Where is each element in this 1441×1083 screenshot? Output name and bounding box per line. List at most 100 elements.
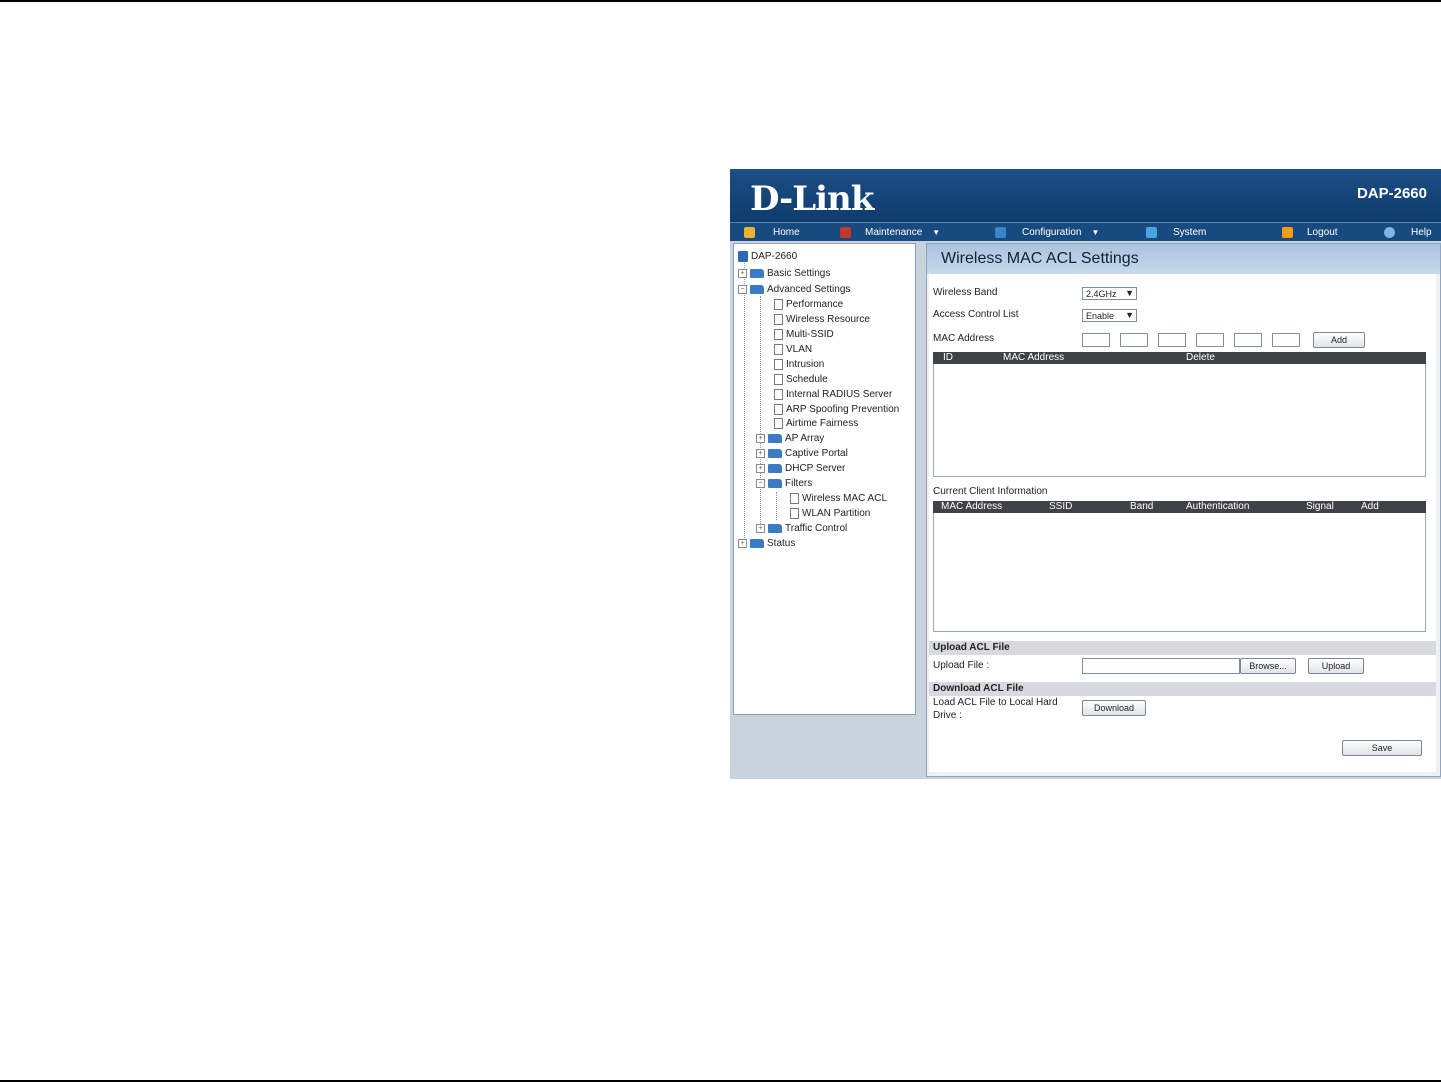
tree-wireless-mac-acl-label: Wireless MAC ACL	[802, 492, 888, 504]
nav-help[interactable]: Help	[1384, 225, 1432, 239]
mac-address-label: MAC Address	[933, 333, 995, 344]
download-section-header: Download ACL File	[929, 682, 1436, 696]
expand-icon[interactable]: +	[738, 268, 747, 278]
download-label-line2: Drive :	[933, 710, 962, 721]
tree-performance[interactable]: Performance	[774, 297, 843, 311]
tree-guide-line	[776, 492, 777, 520]
tree-root[interactable]: DAP-2660	[738, 249, 797, 263]
tree-advanced-settings[interactable]: − Advanced Settings	[738, 282, 850, 296]
tree-wireless-resource[interactable]: Wireless Resource	[774, 312, 870, 326]
dlink-logo: D-Link	[750, 179, 874, 219]
col-authentication: Authentication	[1186, 501, 1250, 512]
mac-octet-2-input[interactable]	[1120, 333, 1148, 347]
page-icon	[790, 492, 799, 504]
tree-arp-spoofing[interactable]: ARP Spoofing Prevention	[774, 402, 899, 416]
app-window: D-Link DAP-2660 Home Maintenance ▼ Confi…	[730, 169, 1441, 779]
download-button[interactable]: Download	[1082, 700, 1146, 716]
mac-octet-1-input[interactable]	[1082, 333, 1110, 347]
page-icon	[774, 328, 783, 340]
client-info-label: Current Client Information	[933, 486, 1048, 497]
nav-configuration[interactable]: Configuration ▼	[995, 225, 1099, 239]
tree-vlan-label: VLAN	[786, 343, 813, 355]
acl-select[interactable]: Enable ▼	[1082, 309, 1137, 322]
mac-octet-4-input[interactable]	[1196, 333, 1224, 347]
folder-open-icon	[750, 284, 764, 294]
nav-logout[interactable]: Logout	[1282, 225, 1338, 239]
nav-system-label: System	[1173, 226, 1207, 238]
mac-octet-5-input[interactable]	[1234, 333, 1262, 347]
expand-icon[interactable]: +	[756, 463, 765, 473]
chevron-down-icon: ▼	[1125, 310, 1134, 320]
upload-button[interactable]: Upload	[1308, 658, 1364, 674]
model-name: DAP-2660	[1356, 185, 1427, 202]
tree-status[interactable]: + Status	[738, 536, 795, 550]
tree-wlan-partition[interactable]: WLAN Partition	[790, 506, 870, 520]
download-label-line1: Load ACL File to Local Hard	[933, 697, 1058, 708]
tree-filters-label: Filters	[785, 477, 813, 489]
folder-icon	[768, 448, 782, 458]
tree-airtime-fairness[interactable]: Airtime Fairness	[774, 416, 858, 430]
save-button[interactable]: Save	[1342, 740, 1422, 756]
tree-schedule[interactable]: Schedule	[774, 372, 828, 386]
nav-configuration-label: Configuration	[1022, 226, 1082, 238]
page-title: Wireless MAC ACL Settings	[941, 250, 1139, 267]
expand-icon[interactable]: +	[756, 433, 765, 443]
home-icon	[744, 226, 755, 238]
folder-icon	[768, 463, 782, 473]
page-icon	[774, 313, 783, 325]
page-icon	[790, 507, 799, 519]
expand-icon[interactable]: +	[738, 538, 747, 548]
wireless-band-select[interactable]: 2.4GHz ▼	[1082, 287, 1137, 300]
client-table-header: MAC Address SSID Band Authentication Sig…	[933, 501, 1426, 513]
folder-icon	[768, 433, 782, 443]
tree-dhcp-server[interactable]: + DHCP Server	[756, 461, 845, 475]
nav-home-label: Home	[773, 226, 800, 238]
tree-performance-label: Performance	[786, 298, 844, 310]
tree-captive-portal[interactable]: + Captive Portal	[756, 446, 848, 460]
tree-internal-radius[interactable]: Internal RADIUS Server	[774, 387, 892, 401]
tools-icon	[840, 226, 851, 238]
mac-octet-6-input[interactable]	[1272, 333, 1300, 347]
tree-intrusion[interactable]: Intrusion	[774, 357, 824, 371]
config-icon	[995, 226, 1006, 238]
folder-icon	[768, 523, 782, 533]
tree-basic-settings-label: Basic Settings	[767, 267, 831, 279]
settings-tree: DAP-2660 + Basic Settings − Advanced Set…	[733, 243, 916, 715]
folder-open-icon	[768, 478, 782, 488]
panel-title-bar: Wireless MAC ACL Settings	[927, 244, 1440, 274]
tree-ap-array[interactable]: + AP Array	[756, 431, 824, 445]
tree-multi-ssid[interactable]: Multi-SSID	[774, 327, 834, 341]
tree-vlan[interactable]: VLAN	[774, 342, 812, 356]
tree-guide-line	[744, 258, 745, 544]
upload-section-title: Upload ACL File	[933, 642, 1010, 653]
tree-traffic-control[interactable]: + Traffic Control	[756, 521, 847, 535]
page-top-rule	[0, 0, 1441, 2]
add-mac-button[interactable]: Add	[1313, 332, 1365, 348]
browse-button[interactable]: Browse...	[1240, 658, 1296, 674]
tree-basic-settings[interactable]: + Basic Settings	[738, 266, 830, 280]
tree-status-label: Status	[767, 537, 796, 549]
page-icon	[774, 403, 783, 415]
chevron-down-icon: ▼	[932, 227, 941, 237]
tree-filters[interactable]: − Filters	[756, 476, 812, 490]
collapse-icon[interactable]: −	[756, 478, 765, 488]
tree-dhcp-server-label: DHCP Server	[785, 462, 846, 474]
nav-home[interactable]: Home	[744, 225, 800, 239]
col-add: Add	[1361, 501, 1379, 512]
mac-octet-3-input[interactable]	[1158, 333, 1186, 347]
tree-internal-radius-label: Internal RADIUS Server	[786, 388, 893, 400]
expand-icon[interactable]: +	[756, 523, 765, 533]
upload-file-label: Upload File :	[933, 660, 990, 671]
tree-wireless-mac-acl[interactable]: Wireless MAC ACL	[790, 491, 887, 505]
upload-file-input[interactable]	[1082, 658, 1240, 674]
col-delete: Delete	[1186, 352, 1215, 363]
expand-icon[interactable]: +	[756, 448, 765, 458]
nav-system[interactable]: System	[1146, 225, 1206, 239]
collapse-icon[interactable]: −	[738, 284, 747, 294]
nav-maintenance[interactable]: Maintenance ▼	[840, 225, 940, 239]
page-icon	[774, 358, 783, 370]
col-client-mac: MAC Address	[941, 501, 1003, 512]
tree-root-label: DAP-2660	[751, 250, 798, 262]
col-band: Band	[1130, 501, 1154, 512]
tree-wlan-partition-label: WLAN Partition	[802, 507, 871, 519]
